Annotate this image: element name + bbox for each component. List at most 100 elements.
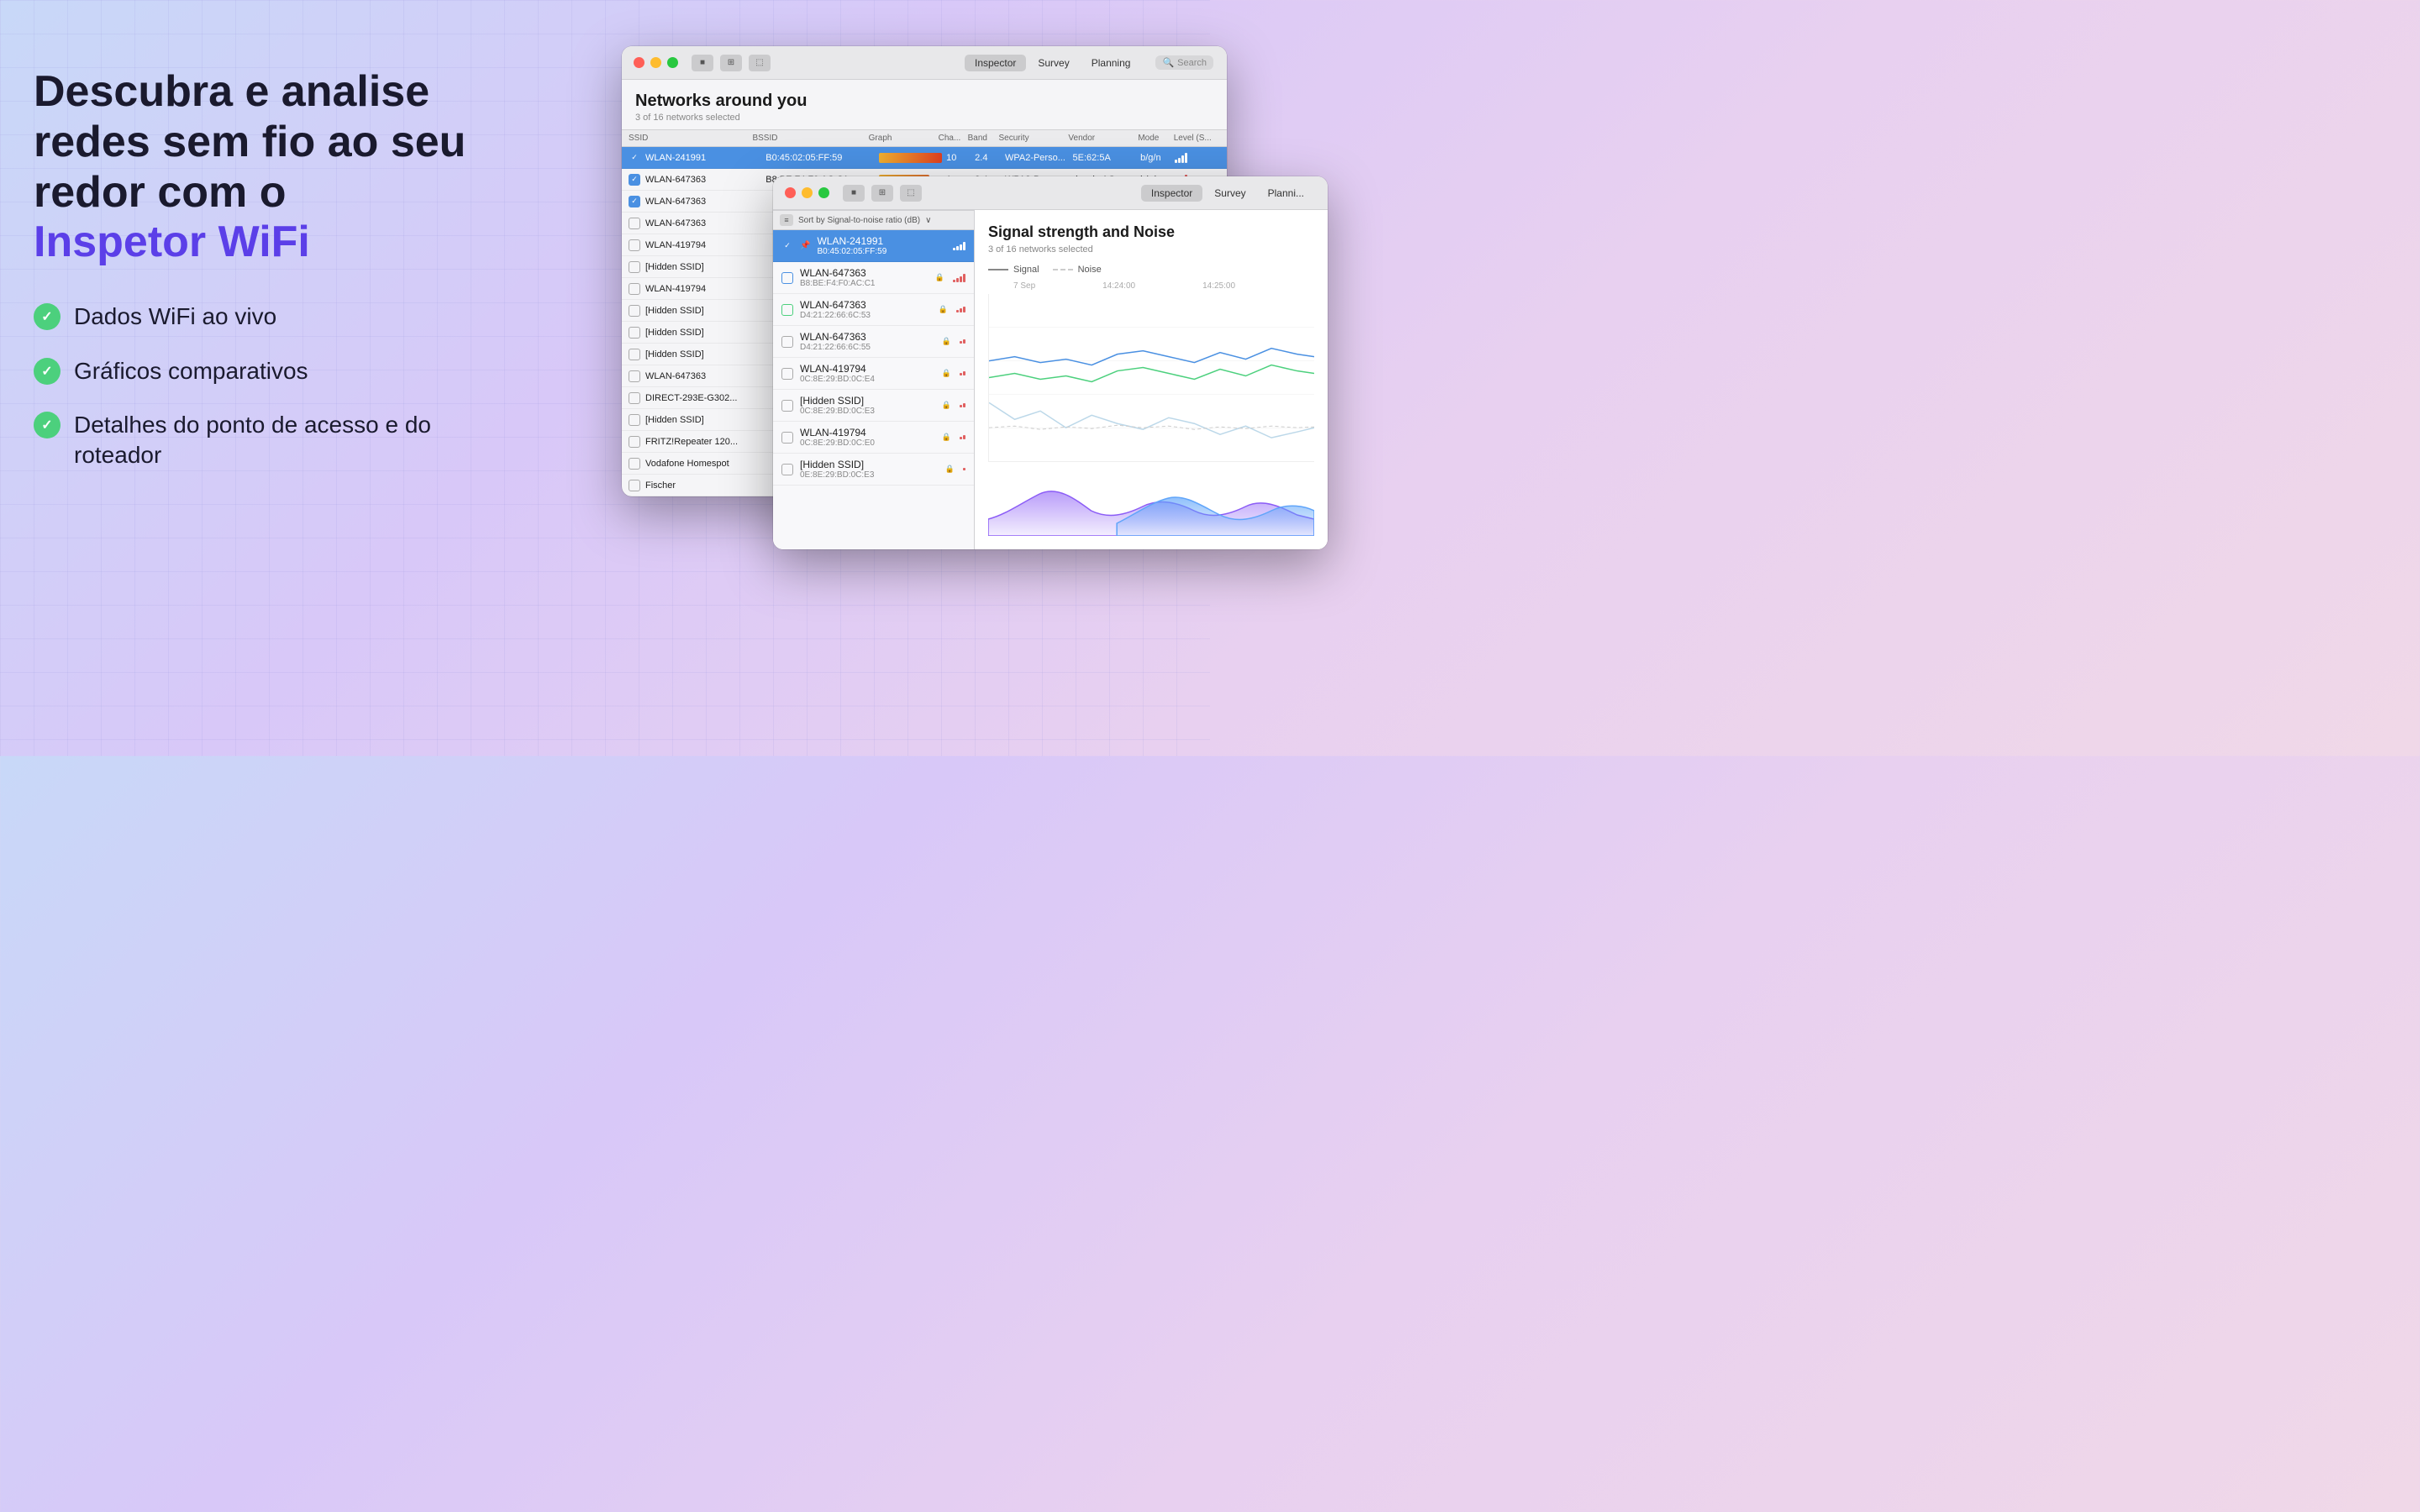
cell-ssid: WLAN-419794 [645,240,780,250]
mac-windows-container: ■ ⊞ ⬚ Inspector Survey Planning 🔍 Search… [622,46,1227,496]
legend-noise-label: Noise [1078,265,1102,275]
secondary-close-button[interactable] [785,187,796,198]
tab-planning[interactable]: Planning [1081,55,1141,71]
secondary-stop-icon[interactable]: ■ [843,185,865,202]
cell-ssid: WLAN-647363 [645,218,765,228]
headline-line3: redor com o [34,168,287,217]
row-checkbox[interactable] [629,436,640,448]
row-checkbox[interactable] [629,283,640,295]
sn-info: WLAN-419794 0C:8E:29:BD:0C:E4 [800,363,935,384]
sn-name: WLAN-241991 [817,235,946,247]
row-checkbox[interactable] [629,327,640,339]
sn-checkbox[interactable] [781,400,793,412]
cell-ssid: FRITZ!Repeater 120... [645,437,780,447]
grid-icon[interactable]: ⊞ [720,55,742,71]
col-header-graph: Graph [869,134,939,143]
col-header-mode: Mode [1138,134,1173,143]
sn-name: [Hidden SSID] [800,459,939,470]
cell-band: 2.4 [975,153,1005,163]
col-header-level: Level (S... [1174,134,1220,143]
row-checkbox[interactable] [629,480,640,491]
row-checkbox[interactable] [629,305,640,317]
window-header: Networks around you 3 of 16 networks sel… [622,80,1227,129]
cell-security: WPA2-Perso... [1005,153,1073,163]
tab-survey[interactable]: Survey [1028,55,1079,71]
cell-level [1175,153,1220,163]
signal-network-row[interactable]: WLAN-419794 0C:8E:29:BD:0C:E0 🔒 [773,422,974,454]
search-field[interactable]: 🔍 Search [1155,55,1213,70]
sn-checkbox[interactable] [781,304,793,316]
row-checkbox[interactable] [629,392,640,404]
secondary-minimize-button[interactable] [802,187,813,198]
row-checkbox[interactable] [629,458,640,470]
headline-accent: Inspetor WiFi [34,218,310,266]
cell-ssid: WLAN-647363 [645,371,780,381]
secondary-tab-inspector[interactable]: Inspector [1141,185,1202,202]
signal-network-row[interactable]: WLAN-647363 B8:BE:F4:F0:AC:C1 🔒 [773,262,974,294]
secondary-panel-icon[interactable]: ⬚ [900,185,922,202]
col-header-bssid: BSSID [752,134,868,143]
secondary-tab-survey[interactable]: Survey [1204,185,1255,202]
signal-network-row[interactable]: [Hidden SSID] 0E:8E:29:BD:0C:E3 🔒 [773,454,974,486]
legend-noise-line [1053,269,1073,270]
sort-icon[interactable]: ≡ [780,214,793,226]
signal-network-row[interactable]: WLAN-647363 D4:21:22:66:6C:55 🔒 [773,326,974,358]
sn-info: WLAN-241991 B0:45:02:05:FF:59 [817,235,946,256]
minimize-button[interactable] [650,57,661,68]
sn-signal [960,371,965,375]
sn-checkbox[interactable] [781,336,793,348]
row-checkbox[interactable] [629,349,640,360]
panel-icon[interactable]: ⬚ [749,55,771,71]
sn-checkbox[interactable] [781,464,793,475]
lock-icon: 🔒 [942,433,951,442]
sn-checkbox[interactable] [781,368,793,380]
sn-signal [960,435,965,439]
row-checkbox[interactable] [629,239,640,251]
row-checkbox[interactable] [629,370,640,382]
signal-network-row[interactable]: WLAN-419794 0C:8E:29:BD:0C:E4 🔒 [773,358,974,390]
sn-signal [960,403,965,407]
secondary-titlebar: ■ ⊞ ⬚ Inspector Survey Planni... [773,176,1328,210]
secondary-tab-planning[interactable]: Planni... [1258,185,1314,202]
cell-ssid: [Hidden SSID] [645,262,780,272]
sn-name: WLAN-647363 [800,267,929,279]
row-checkbox[interactable] [629,196,640,207]
secondary-grid-icon[interactable]: ⊞ [871,185,893,202]
left-panel: Descubra e analise redes sem fio ao seu … [34,67,521,471]
sn-signal [956,307,965,312]
row-checkbox[interactable] [629,152,640,164]
col-header-vendor: Vendor [1068,134,1138,143]
row-checkbox[interactable] [629,174,640,186]
feature-text-3: Detalhes do ponto de acesso e do roteado… [74,410,521,471]
col-header-security: Security [998,134,1068,143]
row-checkbox[interactable] [629,414,640,426]
traffic-lights [634,57,678,68]
bottom-chart [988,469,1314,536]
maximize-button[interactable] [667,57,678,68]
table-row[interactable]: WLAN-241991 B0:45:02:05:FF:59 10 2.4 WPA… [622,147,1227,169]
close-button[interactable] [634,57,644,68]
signal-network-row[interactable]: WLAN-647363 D4:21:22:66:6C:53 🔒 [773,294,974,326]
row-checkbox[interactable] [629,261,640,273]
sn-bssid: 0C:8E:29:BD:0C:E0 [800,438,935,448]
tab-inspector[interactable]: Inspector [965,55,1026,71]
chart-legend: Signal Noise [988,265,1314,275]
signal-chart [988,294,1314,462]
secondary-maximize-button[interactable] [818,187,829,198]
cell-channel: 10 [946,153,975,163]
sn-checkbox[interactable] [781,272,793,284]
bottom-chart-svg [988,469,1314,536]
col-header-channel: Cha... [939,134,968,143]
signal-network-row[interactable]: ✓ 📌 WLAN-241991 B0:45:02:05:FF:59 [773,230,974,262]
sn-checkbox[interactable]: ✓ [781,240,793,252]
cell-ssid: WLAN-419794 [645,284,780,294]
cell-vendor: 5E:62:5A [1073,153,1141,163]
cell-graph [879,153,947,163]
sn-checkbox[interactable] [781,432,793,444]
row-checkbox[interactable] [629,218,640,229]
sn-info: WLAN-647363 B8:BE:F4:F0:AC:C1 [800,267,929,288]
sort-label: Sort by Signal-to-noise ratio (dB) [798,216,920,225]
signal-network-row[interactable]: [Hidden SSID] 0C:8E:29:BD:0C:E3 🔒 [773,390,974,422]
stop-icon[interactable]: ■ [692,55,713,71]
headline: Descubra e analise redes sem fio ao seu … [34,67,521,268]
